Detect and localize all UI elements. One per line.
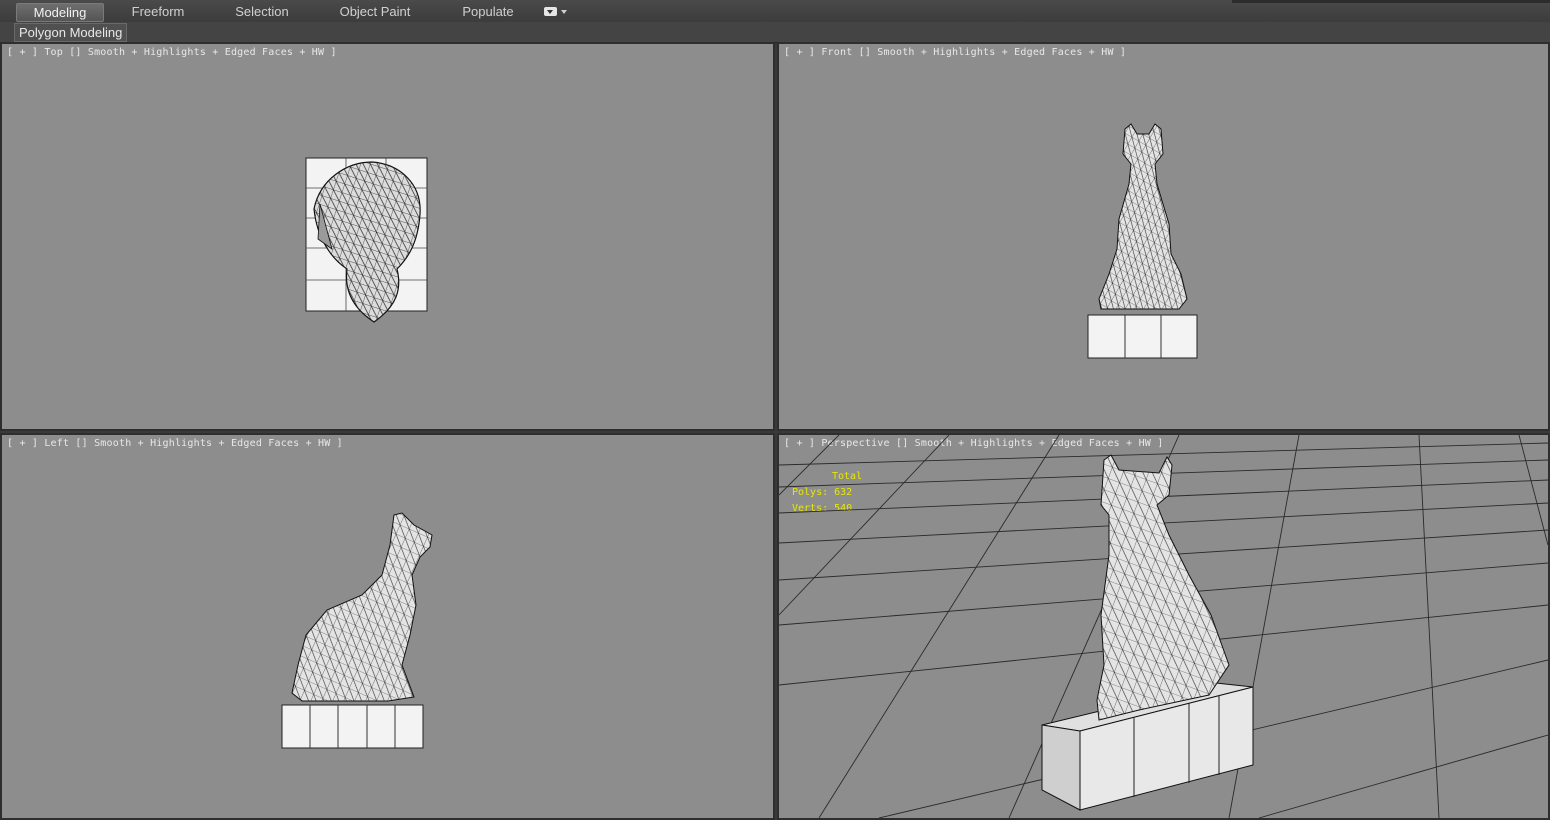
ribbon-dropdown-button[interactable] xyxy=(544,6,568,18)
chevron-down-icon xyxy=(561,10,567,14)
ribbon-divider xyxy=(1232,0,1550,3)
top-view-model xyxy=(305,157,428,323)
viewport-left[interactable]: [ + ] Left [] Smooth + Highlights + Edge… xyxy=(0,433,775,820)
viewport-perspective[interactable]: [ + ] Perspective [] Smooth + Highlights… xyxy=(777,433,1550,820)
ribbon-panel-bar: Polygon Modeling xyxy=(0,22,1550,43)
left-view-model xyxy=(281,512,433,749)
viewport-top[interactable]: [ + ] Top [] Smooth + Highlights + Edged… xyxy=(0,42,775,431)
perspective-view-scene xyxy=(779,435,1548,818)
tab-freeform[interactable]: Freeform xyxy=(118,3,198,20)
tab-populate[interactable]: Populate xyxy=(450,3,526,20)
ribbon-tabs: Modeling Freeform Selection Object Paint… xyxy=(0,0,1550,23)
tab-object-paint[interactable]: Object Paint xyxy=(330,3,420,20)
polygon-modeling-panel[interactable]: Polygon Modeling xyxy=(14,23,128,42)
viewport-front[interactable]: [ + ] Front [] Smooth + Highlights + Edg… xyxy=(777,42,1550,431)
dropdown-icon xyxy=(544,7,557,16)
tab-modeling[interactable]: Modeling xyxy=(16,3,104,22)
tab-selection[interactable]: Selection xyxy=(222,3,302,20)
front-view-model xyxy=(1087,123,1198,359)
